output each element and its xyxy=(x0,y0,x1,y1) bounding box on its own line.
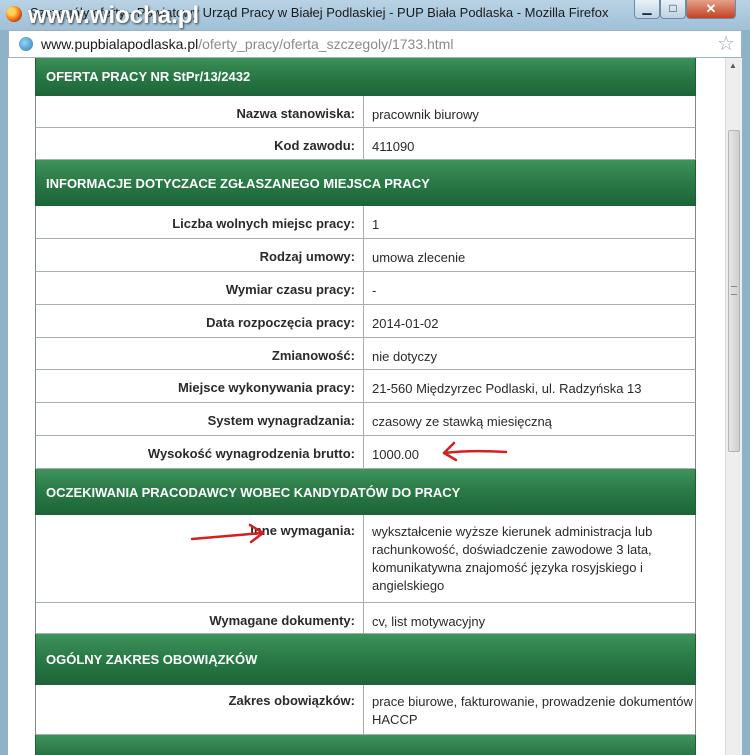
address-bar[interactable]: www.pupbialapodlaska.pl/oferty_pracy/ofe… xyxy=(8,30,742,58)
row-label: Rodzaj umowy: xyxy=(36,239,364,271)
row-value: czasowy ze stawką miesięczną xyxy=(372,414,552,429)
row-value: 411090 xyxy=(372,139,415,154)
row-value: umowa zlecenie xyxy=(372,250,466,265)
url-path: /oferty_pracy/oferta_szczegoly/1733.html xyxy=(198,36,454,52)
globe-icon xyxy=(19,37,33,51)
table-row: Wysokość wynagrodzenia brutto: 1000.00 xyxy=(35,436,696,469)
row-value: cv, list motywacyjny xyxy=(372,614,486,629)
table-row: Kod zawodu: 411090 xyxy=(35,128,696,160)
table-row: Miejsce wykonywania pracy: 21-560 Między… xyxy=(35,370,696,403)
watermark-text: www.wiocha.pl xyxy=(28,2,200,29)
row-value: 1 xyxy=(372,217,380,232)
table-row: Data rozpoczęcia pracy: 2014-01-02 xyxy=(35,305,696,338)
row-label: Zakres obowiązków: xyxy=(36,685,364,734)
maximize-button[interactable]: □ xyxy=(660,0,686,19)
row-label: Miejsce wykonywania pracy: xyxy=(36,370,364,402)
row-label: Zmianowość: xyxy=(36,338,364,369)
page-content: OFERTA PRACY NR StPr/13/2432 Nazwa stano… xyxy=(8,58,742,755)
vertical-scrollbar[interactable]: ▲ xyxy=(725,58,742,755)
table-row: Zmianowość: nie dotyczy xyxy=(35,338,696,370)
row-label: Wymiar czasu pracy: xyxy=(36,272,364,304)
row-label: System wynagradzania: xyxy=(36,403,364,435)
section-header-workplace: INFORMACJE DOTYCZACE ZGŁASZANEGO MIEJSCA… xyxy=(35,160,696,206)
bookmark-star-icon[interactable]: ☆ xyxy=(717,31,735,56)
row-label: Kod zawodu: xyxy=(36,128,364,159)
section-header-duties: OGÓLNY ZAKRES OBOWIĄZKÓW xyxy=(35,634,696,685)
section-header-offer: OFERTA PRACY NR StPr/13/2432 xyxy=(35,58,696,96)
row-label: Inne wymagania: xyxy=(36,515,364,602)
scrollbar-thumb[interactable] xyxy=(728,130,740,452)
minimize-button[interactable]: ▁ xyxy=(634,0,660,19)
table-row: Liczba wolnych miejsc pracy: 1 xyxy=(35,206,696,239)
grip-icon xyxy=(731,286,737,295)
window-titlebar: Szczegóły oferty - Powiatowy Urząd Pracy… xyxy=(0,0,750,30)
row-value: - xyxy=(372,283,377,298)
close-button[interactable]: ✕ xyxy=(686,0,736,19)
row-value: wykształcenie wyższe kierunek administra… xyxy=(372,524,653,593)
row-label: Nazwa stanowiska: xyxy=(36,96,364,127)
table-row: System wynagradzania: czasowy ze stawką … xyxy=(35,403,696,436)
section-header-next xyxy=(35,735,696,755)
row-value: 21-560 Międzyrzec Podlaski, ul. Radzyńsk… xyxy=(372,381,642,396)
row-label: Wysokość wynagrodzenia brutto: xyxy=(36,436,364,468)
row-value: 1000.00 xyxy=(372,447,419,462)
url-host: www.pupbialapodlaska.pl xyxy=(41,36,199,52)
table-row: Zakres obowiązków: prace biurowe, faktur… xyxy=(35,685,696,735)
row-value: pracownik biurowy xyxy=(372,107,479,122)
table-row: Wymiar czasu pracy: - xyxy=(35,272,696,305)
section-header-expectations: OCZEKIWANIA PRACODAWCY WOBEC KANDYDATÓW … xyxy=(35,469,696,515)
row-value: nie dotyczy xyxy=(372,349,438,364)
url-text[interactable]: www.pupbialapodlaska.pl/oferty_pracy/ofe… xyxy=(41,36,453,52)
row-value: prace biurowe, fakturowanie, prowadzenie… xyxy=(372,694,693,727)
table-row: Nazwa stanowiska: pracownik biurowy xyxy=(35,96,696,128)
table-row: Inne wymagania: wykształcenie wyższe kie… xyxy=(35,515,696,603)
row-label: Data rozpoczęcia pracy: xyxy=(36,305,364,337)
row-label: Wymagane dokumenty: xyxy=(36,603,364,633)
row-value: 2014-01-02 xyxy=(372,316,439,331)
table-row: Wymagane dokumenty: cv, list motywacyjny xyxy=(35,603,696,634)
row-label: Liczba wolnych miejsc pracy: xyxy=(36,206,364,238)
firefox-icon xyxy=(6,6,22,22)
scroll-up-icon[interactable]: ▲ xyxy=(729,61,737,70)
offer-table: OFERTA PRACY NR StPr/13/2432 Nazwa stano… xyxy=(35,58,696,755)
table-row: Rodzaj umowy: umowa zlecenie xyxy=(35,239,696,272)
